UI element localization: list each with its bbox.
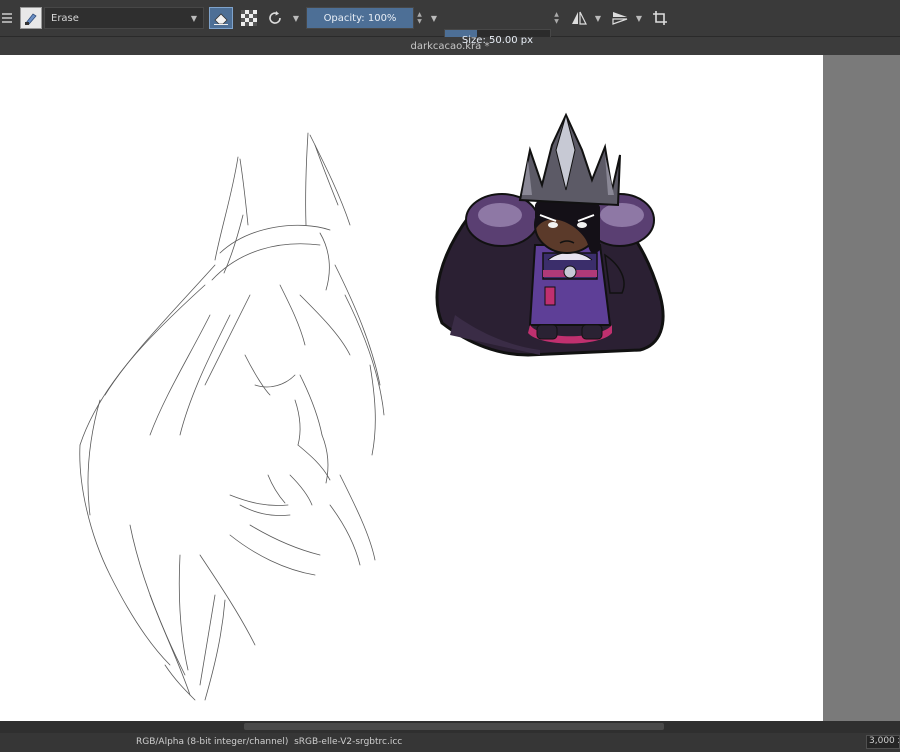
sketch-artwork: [79, 112, 665, 701]
menu-icon[interactable]: [0, 7, 14, 29]
opacity-spin-arrows[interactable]: ▲ ▼: [415, 7, 424, 29]
canvas-gutter: [823, 55, 900, 721]
preserve-alpha-icon[interactable]: [238, 7, 260, 29]
character-illustration: [435, 112, 665, 357]
chevron-down-icon[interactable]: ▼: [290, 7, 302, 29]
brush-preset-selector[interactable]: Erase ▼: [44, 7, 204, 29]
chevron-down-icon[interactable]: ▼: [592, 7, 604, 29]
size-label: Size: 50.00 px: [461, 34, 534, 46]
vertical-mirror-icon[interactable]: [609, 7, 631, 29]
status-bar: RGB/Alpha (8-bit integer/channel) sRGB-e…: [0, 733, 900, 752]
chevron-down-icon: ▼: [190, 13, 197, 23]
tool-options-toolbar: Erase ▼ ▼ Opacity: 100% ▲ ▼ ▼ Size: 50.00…: [0, 0, 900, 51]
color-model: RGB/Alpha (8-bit integer/channel): [136, 737, 289, 747]
horizontal-mirror-icon[interactable]: [568, 7, 590, 29]
brush-preset-name: Erase: [51, 12, 79, 24]
document-tab[interactable]: darkcacao.kra *: [0, 37, 900, 55]
scrollbar-thumb[interactable]: [244, 723, 664, 730]
image-dimensions[interactable]: 3,000 x 3: [866, 735, 900, 749]
crop-icon[interactable]: [649, 7, 671, 29]
chevron-down-icon[interactable]: ▼: [633, 7, 645, 29]
reload-preset-icon[interactable]: [264, 7, 286, 29]
horizontal-scrollbar[interactable]: [0, 721, 900, 733]
drawing-canvas[interactable]: [0, 55, 823, 721]
status-color-info[interactable]: RGB/Alpha (8-bit integer/channel) sRGB-e…: [136, 737, 402, 747]
color-profile: sRGB-elle-V2-srgbtrc.icc: [294, 737, 403, 747]
opacity-slider[interactable]: Opacity: 100%: [306, 7, 414, 29]
brush-preset-icon[interactable]: [20, 7, 42, 29]
eraser-mode-button[interactable]: [209, 7, 233, 29]
chevron-down-icon[interactable]: ▼: [428, 7, 440, 29]
opacity-label: Opacity: 100%: [323, 12, 397, 24]
size-spin-arrows[interactable]: ▲ ▼: [552, 7, 561, 29]
